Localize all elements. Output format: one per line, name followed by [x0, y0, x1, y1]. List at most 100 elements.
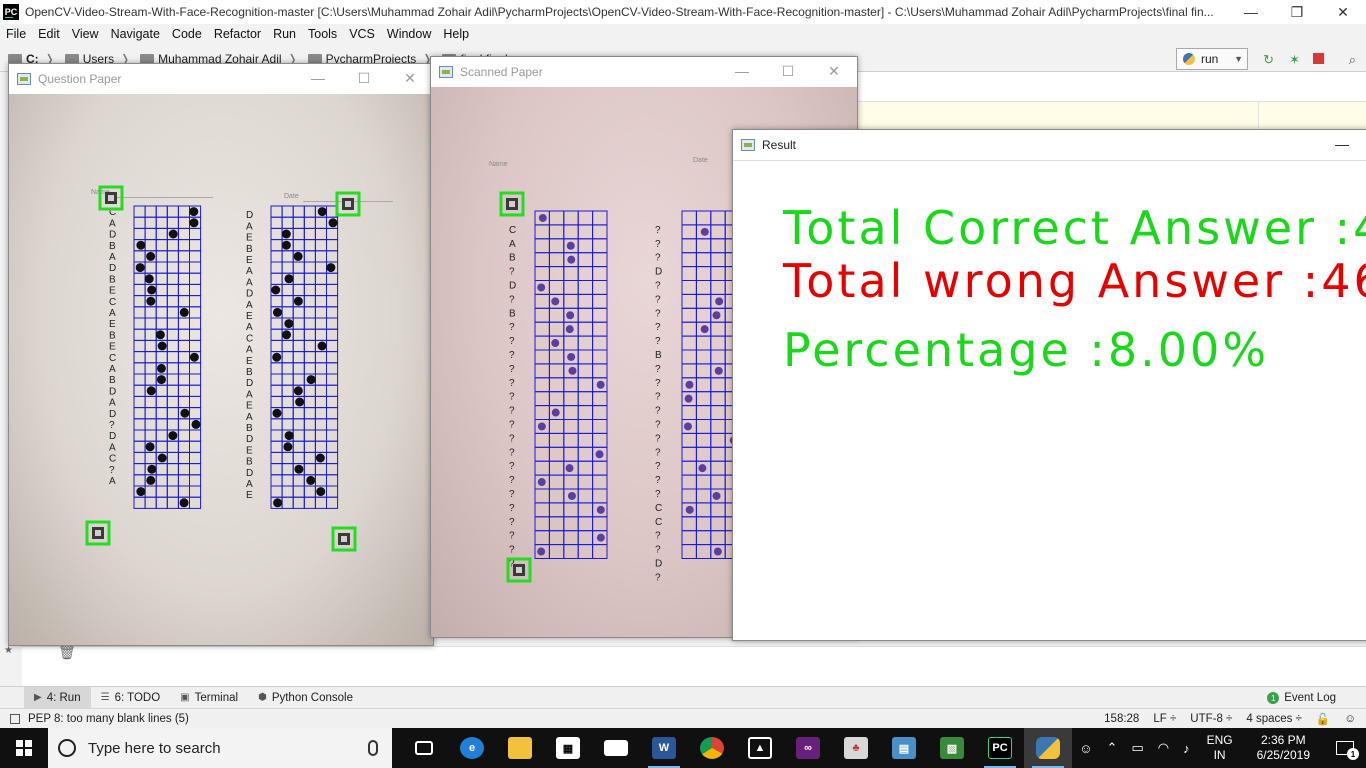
- minimize-button[interactable]: —: [295, 64, 341, 94]
- answer-bubble-cell: [177, 384, 190, 397]
- lock-icon[interactable]: 🔓: [1316, 712, 1330, 726]
- answer-bubble-cell: [166, 239, 179, 252]
- stop-icon[interactable]: [1313, 53, 1324, 64]
- paint-button[interactable]: ♣: [832, 728, 880, 768]
- answer-bubble-cell: [303, 429, 316, 442]
- volume-icon[interactable]: ♪: [1183, 741, 1190, 756]
- answer-bubble-cell: [155, 261, 168, 274]
- answer-bubble-cell: [314, 227, 327, 241]
- answer-bubble-cell: [563, 446, 579, 462]
- tab-todo[interactable]: ☰ 6: TODO: [91, 687, 171, 709]
- menu-help[interactable]: Help: [437, 27, 475, 41]
- close-button[interactable]: ✕: [1320, 0, 1366, 24]
- menu-vcs[interactable]: VCS: [343, 27, 381, 41]
- answer-bubble-cell: [281, 407, 294, 420]
- tool-windows-toggle-icon[interactable]: [10, 713, 20, 724]
- debug-bug-icon[interactable]: ✶: [1289, 52, 1300, 68]
- inspector-icon[interactable]: ☺: [1344, 713, 1356, 725]
- answer-bubble-cell: [534, 266, 550, 282]
- result-window[interactable]: Result — Total Correct Answer :4 Total w…: [732, 129, 1366, 641]
- answer-key-letter: E: [246, 445, 253, 456]
- answer-bubble-cell: [592, 238, 608, 254]
- edge-button[interactable]: e: [448, 728, 496, 768]
- indent-setting[interactable]: 4 spaces ÷: [1246, 713, 1302, 725]
- control-panel-button[interactable]: ▤: [880, 728, 928, 768]
- notification-center-icon[interactable]: 1: [1336, 741, 1359, 760]
- answer-bubble-cell: [166, 496, 179, 509]
- tab-python-console[interactable]: ⬢ Python Console: [248, 687, 363, 709]
- menu-edit[interactable]: Edit: [32, 27, 66, 41]
- event-log-button[interactable]: 1 Event Log: [1267, 687, 1336, 709]
- answer-bubble-cell: [563, 391, 579, 407]
- microphone-icon[interactable]: [368, 740, 378, 756]
- answer-bubble-cell: [281, 463, 294, 476]
- menu-refactor[interactable]: Refactor: [208, 27, 267, 41]
- minimize-button[interactable]: —: [719, 57, 765, 87]
- filled-bubble: [189, 218, 199, 228]
- task-view-button[interactable]: [400, 728, 448, 768]
- rerun-icon[interactable]: ↻: [1263, 52, 1274, 68]
- maximize-button[interactable]: ❐: [1274, 0, 1320, 24]
- language-indicator[interactable]: ENG IN: [1207, 733, 1233, 763]
- maximize-button[interactable]: ☐: [341, 64, 387, 94]
- answer-bubble-cell: [144, 395, 157, 409]
- answer-bubble-cell: [577, 432, 594, 448]
- installer-button[interactable]: ▧: [928, 728, 976, 768]
- search-everywhere-icon[interactable]: ⌕: [1349, 52, 1356, 68]
- clock[interactable]: 2:36 PM 6/25/2019: [1257, 733, 1310, 763]
- favorites-star-icon[interactable]: ★: [4, 645, 13, 656]
- menu-navigate[interactable]: Navigate: [105, 27, 166, 41]
- editor-area[interactable]: [858, 102, 1366, 132]
- question-paper-titlebar[interactable]: Question Paper — ☐ ✕: [9, 64, 433, 94]
- visual-studio-button[interactable]: ∞: [784, 728, 832, 768]
- tab-run[interactable]: ▶ 4: Run: [24, 686, 91, 709]
- caret-position[interactable]: 158:28: [1104, 713, 1139, 725]
- scanned-paper-titlebar[interactable]: Scanned Paper — ☐ ✕: [431, 57, 857, 87]
- file-explorer-button[interactable]: [496, 728, 544, 768]
- answer-bubble-cell: [133, 283, 146, 297]
- menu-view[interactable]: View: [66, 27, 105, 41]
- answer-bubble-cell: [155, 205, 168, 218]
- menu-run[interactable]: Run: [267, 27, 302, 41]
- wifi-icon[interactable]: ◠: [1158, 740, 1169, 756]
- answer-bubble-cell: [548, 307, 565, 323]
- answer-bubble-cell: [166, 384, 179, 397]
- file-encoding[interactable]: UTF-8 ÷: [1190, 713, 1232, 725]
- chrome-button[interactable]: [688, 728, 736, 768]
- python-console-icon: ⬢: [258, 692, 267, 703]
- result-titlebar[interactable]: Result —: [733, 130, 1366, 160]
- run-config-select[interactable]: run ▼: [1176, 48, 1248, 70]
- people-icon[interactable]: ☺: [1079, 741, 1092, 756]
- taskbar-search[interactable]: Type here to search: [48, 728, 392, 768]
- start-button[interactable]: [0, 728, 48, 768]
- pycharm-taskbar-button[interactable]: PC: [976, 728, 1024, 768]
- python-taskbar-button[interactable]: [1024, 728, 1072, 768]
- minimize-button[interactable]: —: [1228, 0, 1274, 24]
- close-button[interactable]: ✕: [387, 64, 433, 94]
- answer-bubble-cell: [303, 384, 316, 397]
- question-paper-window[interactable]: Question Paper — ☐ ✕ Name Date CADBADBEC…: [8, 63, 434, 646]
- battery-icon[interactable]: ▭: [1131, 740, 1143, 756]
- trash-icon[interactable]: 🗑: [58, 644, 76, 661]
- answer-bubble-cell: [270, 384, 283, 397]
- photos-button[interactable]: ▲: [736, 728, 784, 768]
- menu-window[interactable]: Window: [381, 27, 437, 41]
- answer-bubble-cell: [177, 295, 190, 308]
- menu-file[interactable]: File: [0, 27, 32, 41]
- minimize-button[interactable]: —: [1319, 130, 1365, 160]
- chrome-icon: [700, 737, 724, 759]
- tab-terminal[interactable]: ▣ Terminal: [170, 687, 248, 709]
- maximize-button[interactable]: ☐: [765, 57, 811, 87]
- menu-tools[interactable]: Tools: [302, 27, 343, 41]
- filled-bubble: [155, 330, 165, 340]
- line-separator[interactable]: LF ÷: [1153, 713, 1176, 725]
- answer-bubble-cell: [189, 283, 202, 297]
- store-button[interactable]: ▦: [544, 728, 592, 768]
- chevron-up-icon[interactable]: ⌃: [1107, 740, 1118, 756]
- menu-code[interactable]: Code: [166, 27, 208, 41]
- status-message[interactable]: PEP 8: too many blank lines (5): [28, 713, 189, 725]
- word-button[interactable]: W: [640, 728, 688, 768]
- answer-bubble-cell: [155, 418, 168, 431]
- close-button[interactable]: ✕: [811, 57, 857, 87]
- mail-button[interactable]: [592, 728, 640, 768]
